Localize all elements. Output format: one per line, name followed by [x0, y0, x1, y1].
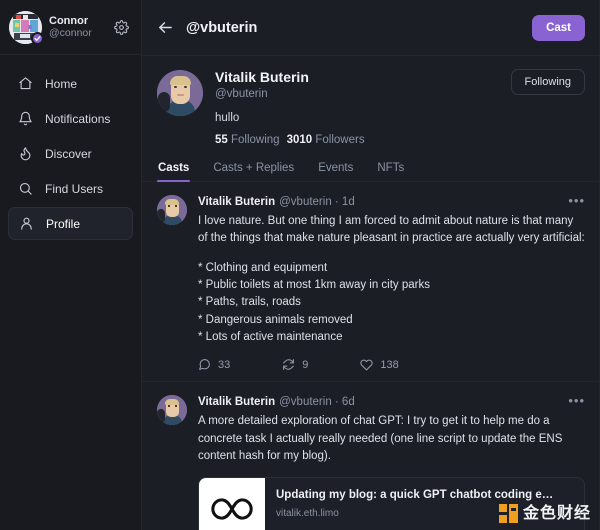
post-item[interactable]: Vitalik Buterin @vbuterin · 1d ••• I lov… — [142, 182, 599, 383]
app-root: Connor @connor Home Notifications Discov… — [0, 0, 600, 530]
following-stat[interactable]: 55 Following — [215, 134, 280, 146]
profile-names: Vitalik Buterin @vbuterin — [215, 68, 511, 103]
following-button[interactable]: Following — [510, 69, 585, 95]
flame-icon — [17, 145, 34, 162]
avatar — [9, 10, 44, 45]
sidebar-user-box[interactable]: Connor @connor — [0, 0, 141, 55]
post-text: A more detailed exploration of chat GPT:… — [198, 415, 566, 463]
post-author-avatar[interactable] — [157, 395, 187, 426]
tab-casts-replies[interactable]: Casts + Replies — [212, 157, 295, 181]
main-content: @vbuterin Cast Vitalik Buterin @vbuterin — [142, 0, 600, 530]
post-actions: 33 9 138 — [198, 358, 585, 371]
sidebar-item-label: Discover — [45, 146, 92, 161]
more-horizontal-icon[interactable]: ••• — [562, 394, 585, 407]
gear-icon[interactable] — [111, 17, 131, 37]
profile-display-name: Vitalik Buterin — [215, 69, 309, 85]
comment-count: 33 — [218, 358, 231, 371]
sidebar-user-name: Connor — [49, 14, 89, 27]
link-preview-card[interactable]: Updating my blog: a quick GPT chatbot co… — [198, 476, 585, 530]
post-item[interactable]: Vitalik Buterin @vbuterin · 6d ••• A mor… — [142, 382, 599, 530]
link-thumbnail — [199, 477, 265, 530]
recast-count: 9 — [302, 358, 309, 371]
following-count: 55 — [215, 133, 228, 146]
post-header: Vitalik Buterin @vbuterin · 6d ••• — [198, 394, 585, 410]
profile-tabs: Casts Casts + Replies Events NFTs — [142, 157, 599, 182]
profile-top-row: Vitalik Buterin @vbuterin Following — [215, 68, 585, 103]
more-horizontal-icon[interactable]: ••• — [562, 194, 585, 207]
link-domain: vitalik.eth.limo — [276, 507, 339, 519]
sidebar-item-label: Home — [45, 76, 78, 91]
post-header: Vitalik Buterin @vbuterin · 1d ••• — [198, 194, 585, 210]
post-author-avatar[interactable] — [157, 194, 187, 225]
followers-stat[interactable]: 3010 Followers — [287, 134, 365, 146]
comment-action[interactable]: 33 — [198, 358, 230, 371]
like-count: 138 — [380, 358, 399, 371]
profile-handle: @vbuterin — [215, 88, 268, 101]
comment-icon — [199, 359, 210, 371]
sidebar-item-discover[interactable]: Discover — [8, 137, 133, 170]
profile-stats: 55 Following 3010 Followers — [215, 134, 585, 146]
post-list: * Clothing and equipment * Public toilet… — [198, 261, 430, 343]
post-text: I love nature. But one thing I am forced… — [198, 214, 585, 245]
sidebar-item-label: Profile — [46, 216, 81, 231]
post-body: Vitalik Buterin @vbuterin · 1d ••• I lov… — [198, 194, 585, 371]
post-author-name: Vitalik Buterin — [198, 396, 276, 409]
verified-check-icon — [31, 31, 44, 45]
followers-count: 3010 — [286, 133, 313, 146]
link-meta: Updating my blog: a quick GPT chatbot co… — [265, 478, 584, 530]
sidebar-item-find-users[interactable]: Find Users — [8, 172, 133, 205]
sidebar-item-notifications[interactable]: Notifications — [8, 102, 133, 135]
page-title: @vbuterin — [186, 19, 258, 36]
recast-action[interactable]: 9 — [282, 358, 308, 371]
sidebar-item-home[interactable]: Home — [8, 67, 133, 100]
tab-nfts[interactable]: NFTs — [376, 157, 405, 181]
following-label: Following — [231, 133, 280, 146]
person-icon — [18, 215, 35, 232]
search-icon — [17, 180, 34, 197]
cast-button[interactable]: Cast — [532, 14, 585, 41]
profile-avatar[interactable] — [157, 70, 203, 116]
post-meta: @vbuterin · 1d — [279, 195, 355, 208]
link-title: Updating my blog: a quick GPT chatbot co… — [276, 488, 554, 501]
tab-casts[interactable]: Casts — [157, 157, 191, 182]
sidebar-nav: Home Notifications Discover Find Users P… — [0, 55, 141, 240]
profile-info: Vitalik Buterin @vbuterin Following hull… — [215, 68, 585, 146]
followers-label: Followers — [315, 133, 365, 146]
arrow-left-icon[interactable] — [154, 17, 176, 39]
profile-bio: hullo — [215, 111, 240, 124]
sidebar: Connor @connor Home Notifications Discov… — [0, 0, 142, 530]
post-meta: @vbuterin · 6d — [279, 396, 355, 409]
top-bar: @vbuterin Cast — [142, 0, 599, 56]
sidebar-item-label: Find Users — [45, 181, 104, 196]
infinity-icon — [211, 498, 253, 520]
tab-events[interactable]: Events — [317, 157, 354, 181]
heart-icon — [360, 359, 374, 371]
sidebar-item-label: Notifications — [45, 111, 111, 126]
post-body: Vitalik Buterin @vbuterin · 6d ••• A mor… — [198, 394, 585, 530]
home-icon — [17, 75, 34, 92]
bell-icon — [17, 110, 34, 127]
like-action[interactable]: 138 — [360, 358, 399, 371]
recast-icon — [283, 359, 295, 371]
sidebar-user-handle: @connor — [49, 27, 92, 40]
post-author-name: Vitalik Buterin — [198, 195, 276, 208]
sidebar-item-profile[interactable]: Profile — [8, 207, 133, 240]
sidebar-user-names: Connor @connor — [49, 15, 111, 40]
profile-header: Vitalik Buterin @vbuterin Following hull… — [142, 56, 599, 146]
